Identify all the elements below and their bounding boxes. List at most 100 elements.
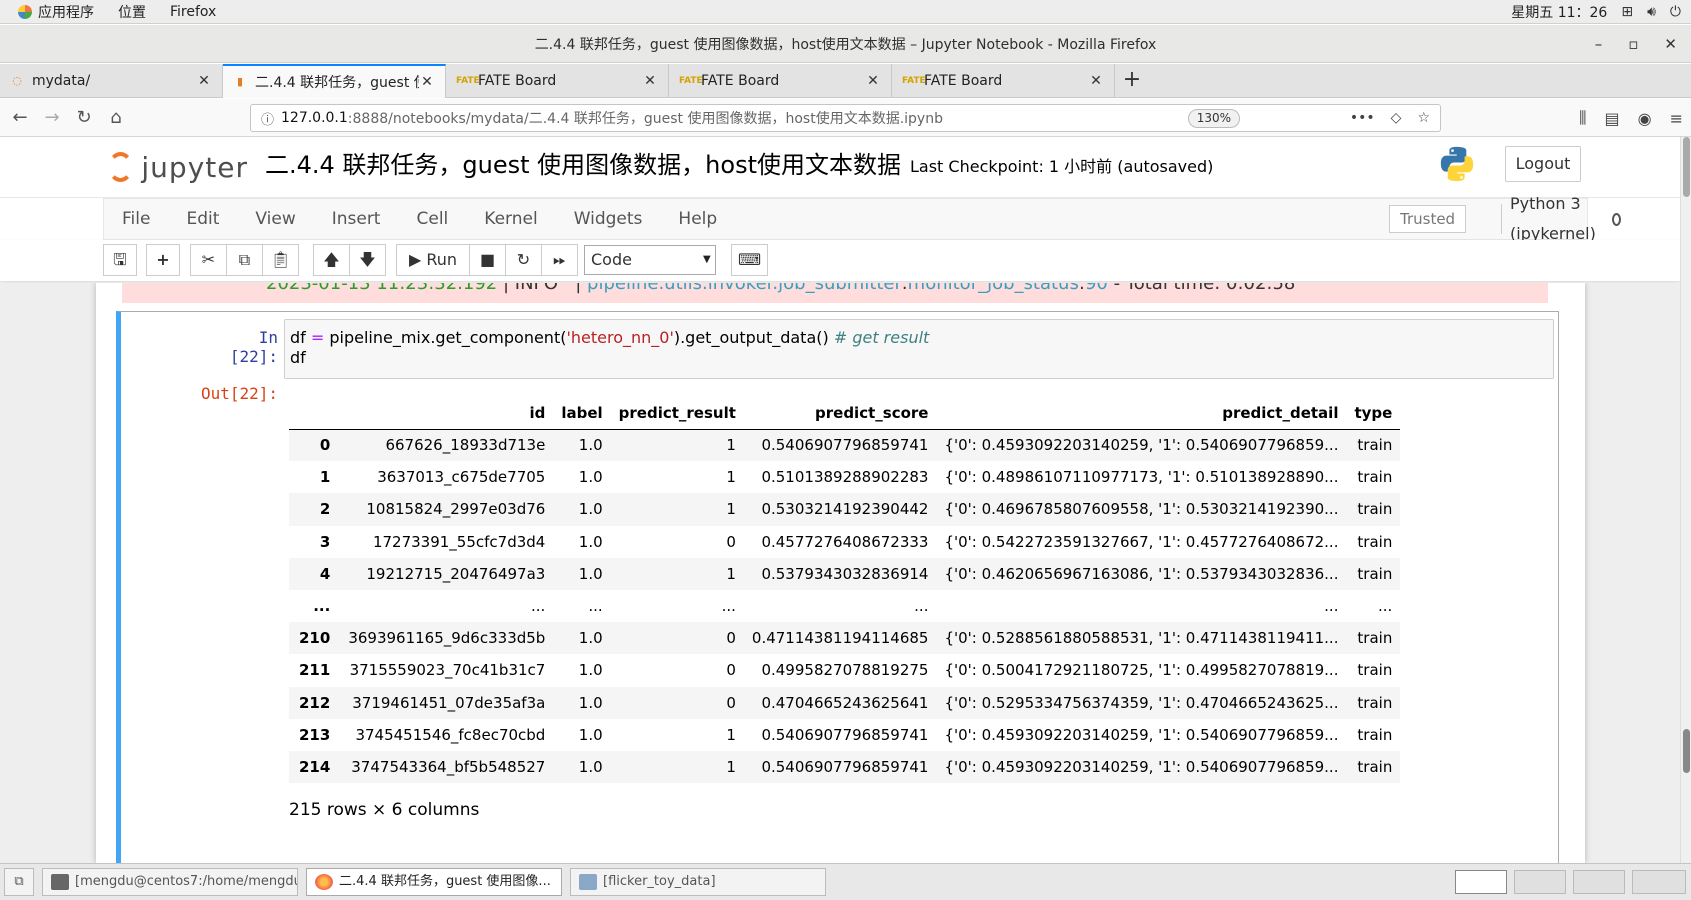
table-cell: train <box>1357 725 1393 744</box>
clock[interactable]: 星期五 11：26 <box>1511 2 1607 22</box>
checkpoint-status: Last Checkpoint: 1 小时前 (autosaved) <box>910 157 1214 176</box>
log-level: | INFO <box>502 283 559 294</box>
scrollbar-inner-thumb[interactable] <box>1683 729 1690 773</box>
close-tab-icon[interactable]: ✕ <box>642 73 658 89</box>
notebook-title[interactable]: 二.4.4 联邦任务，guest 使用图像数据，host使用文本数据 <box>265 145 901 180</box>
sidebar-icon[interactable]: ▤ <box>1605 109 1620 128</box>
table-cell: 1 <box>610 557 744 590</box>
taskbar-item-terminal[interactable]: [mengdu@centos7:/home/mengdu/… <box>42 868 298 896</box>
code-cell-selected[interactable]: In [22]: df = pipeline_mix.get_component… <box>116 311 1559 863</box>
menu-edit[interactable]: Edit <box>168 209 237 229</box>
page-actions-icon[interactable]: ••• <box>1350 110 1375 126</box>
table-row: 4 19212715_20476497a3 1.0 1 0.53793430328369… <box>289 557 1401 590</box>
firefox-app-menu[interactable]: Firefox <box>158 4 228 20</box>
workspace-2[interactable] <box>1514 870 1566 894</box>
navigation-bar: ← → ↻ ⌂ ⓘ 127.0.0.1 :8888/notebooks/myda… <box>0 99 1691 137</box>
menu-help[interactable]: Help <box>660 209 735 229</box>
network-icon[interactable]: ⊞ <box>1621 4 1633 20</box>
workspace-3[interactable] <box>1573 870 1625 894</box>
pocket-icon[interactable]: ◇ <box>1391 110 1402 126</box>
table-cell: 19212715_20476497a3 <box>340 557 554 590</box>
applications-menu[interactable]: 应用程序 <box>0 2 106 22</box>
tab-fate-board-1[interactable]: FATE FATE Board ✕ <box>446 64 669 98</box>
volume-icon[interactable]: 🔊︎ <box>1647 4 1656 20</box>
url-bar[interactable]: ⓘ 127.0.0.1 :8888/notebooks/mydata/二.4.4… <box>250 104 1441 132</box>
show-desktop-button[interactable]: ⧉ <box>4 868 34 896</box>
move-up-button[interactable]: 🡅 <box>313 244 350 276</box>
zoom-level[interactable]: 130% <box>1187 109 1240 128</box>
tab-fate-board-3[interactable]: FATE FATE Board ✕ <box>892 64 1115 98</box>
site-info-icon[interactable]: ⓘ <box>261 109 281 128</box>
logout-button[interactable]: Logout <box>1505 146 1581 182</box>
table-cell: 0.5406907796859741 <box>743 429 937 462</box>
close-tab-icon[interactable]: ✕ <box>1088 73 1104 89</box>
menu-file[interactable]: File <box>104 209 168 229</box>
tab-label: FATE Board <box>701 73 780 89</box>
move-down-button[interactable]: 🡇 <box>349 244 386 276</box>
menu-widgets[interactable]: Widgets <box>556 209 661 229</box>
home-icon[interactable]: ⌂ <box>100 102 132 134</box>
kernel-indicator[interactable]: Python 3 (ipykernel) <box>1501 194 1621 243</box>
close-window-icon[interactable]: ✕ <box>1664 35 1677 53</box>
menu-kernel[interactable]: Kernel <box>466 209 555 229</box>
trusted-badge[interactable]: Trusted <box>1389 205 1467 233</box>
table-cell: 0.4704665243625641 <box>743 686 937 719</box>
command-palette-button[interactable]: ⌨ <box>731 244 768 276</box>
column-header: label <box>553 397 611 430</box>
power-icon[interactable]: ⏻ <box>1670 4 1681 20</box>
table-cell: 667626_18933d713e <box>340 429 554 462</box>
forward-icon[interactable]: → <box>36 102 68 134</box>
cut-button[interactable]: ✂ <box>190 244 227 276</box>
close-tab-icon[interactable]: ✕ <box>865 73 881 89</box>
interrupt-button[interactable]: ■ <box>469 244 506 276</box>
maximize-icon[interactable]: ▫ <box>1628 35 1638 53</box>
restart-button[interactable]: ↻ <box>505 244 542 276</box>
new-tab-button[interactable]: + <box>1115 64 1149 98</box>
cell-type-select[interactable]: Code ▼ <box>584 245 716 275</box>
library-icon[interactable]: ⫼ <box>1579 108 1586 128</box>
table-cell: 1.0 <box>578 725 603 744</box>
column-header: predict_detail <box>936 397 1347 430</box>
back-icon[interactable]: ← <box>4 102 36 134</box>
tab-notebook[interactable]: ▮ 二.4.4 联邦任务，guest 使 ✕ <box>223 64 446 98</box>
tab-fate-board-2[interactable]: FATE FATE Board ✕ <box>669 64 892 98</box>
gnome-top-bar: 应用程序 位置 Firefox 星期五 11：26 ⊞ 🔊︎ ⏻ <box>0 0 1691 24</box>
jupyter-logo[interactable]: jupyter <box>108 147 248 187</box>
run-label: Run <box>426 250 458 269</box>
save-button[interactable]: 🖫 <box>103 244 137 276</box>
row-index: 3 <box>319 532 331 551</box>
output-prompt: Out[22]: <box>201 384 279 403</box>
page-scrollbar[interactable] <box>1680 137 1691 863</box>
paste-button[interactable]: 📋︎ <box>262 244 299 276</box>
reload-icon[interactable]: ↻ <box>68 102 100 134</box>
table-cell: train <box>1357 661 1393 680</box>
table-cell: ... <box>1378 597 1393 616</box>
table-row: 0 667626_18933d713e 1.0 1 0.5406907796859741… <box>289 429 1401 462</box>
close-tab-icon[interactable]: ✕ <box>419 74 435 90</box>
menu-view[interactable]: View <box>237 209 313 229</box>
code-token: df <box>290 328 311 347</box>
bookmark-star-icon[interactable]: ☆ <box>1417 110 1430 126</box>
tab-mydata[interactable]: ◌ mydata/ ✕ <box>0 64 223 98</box>
window-title: 二.4.4 联邦任务，guest 使用图像数据，host使用文本数据 – Jup… <box>534 36 1157 53</box>
account-icon[interactable]: ◉ <box>1638 109 1652 128</box>
table-cell: 0 <box>726 661 736 680</box>
workspace-4[interactable] <box>1632 870 1686 894</box>
hamburger-menu-icon[interactable]: ≡ <box>1670 109 1683 128</box>
run-button[interactable]: ▶ Run <box>396 244 470 276</box>
notebook-area[interactable]: 2023-01-13 11:23:32.192 | INFO | pipelin… <box>0 283 1680 863</box>
taskbar-item-firefox[interactable]: 二.4.4 联邦任务，guest 使用图像... <box>306 868 562 896</box>
menu-insert[interactable]: Insert <box>314 209 399 229</box>
places-menu[interactable]: 位置 <box>106 2 158 22</box>
minimize-icon[interactable]: – <box>1595 35 1603 53</box>
copy-button[interactable]: ⧉ <box>226 244 263 276</box>
scrollbar-thumb[interactable] <box>1683 137 1690 197</box>
taskbar-item-files[interactable]: [flicker_toy_data] <box>570 868 826 896</box>
kernel-status-icon <box>1611 212 1621 226</box>
restart-run-all-button[interactable]: ⏩︎ <box>541 244 578 276</box>
code-input[interactable]: df = pipeline_mix.get_component('hetero_… <box>284 319 1554 379</box>
workspace-1[interactable] <box>1455 870 1507 894</box>
menu-cell[interactable]: Cell <box>398 209 466 229</box>
insert-cell-button[interactable]: + <box>146 244 180 276</box>
close-tab-icon[interactable]: ✕ <box>196 73 212 89</box>
